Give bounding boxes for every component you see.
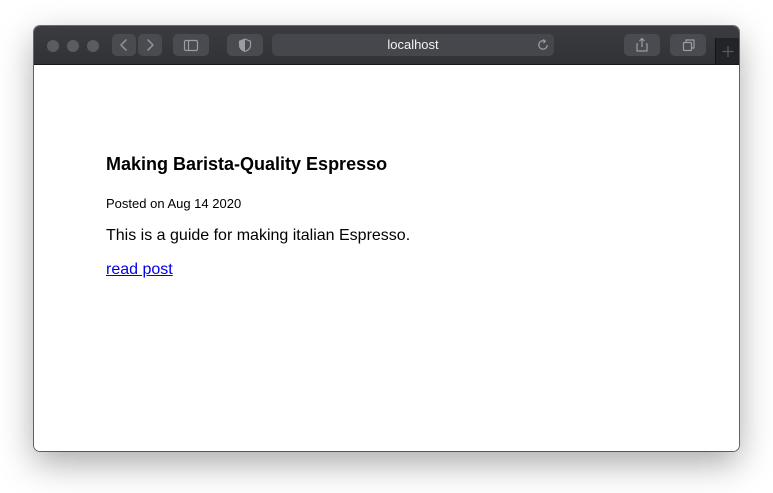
privacy-report-button[interactable] — [227, 34, 263, 56]
tabs-icon — [682, 39, 695, 52]
shield-icon — [238, 38, 252, 53]
zoom-window-button[interactable] — [87, 40, 99, 52]
post-excerpt: This is a guide for making italian Espre… — [106, 227, 411, 244]
post-date: Posted on Aug 14 2020 — [106, 196, 242, 211]
plus-icon — [722, 46, 734, 57]
read-post-link[interactable]: read post — [106, 261, 173, 279]
browser-window: localhost Making Barista-Quality Espress… — [34, 26, 739, 451]
browser-toolbar: localhost — [34, 26, 739, 65]
forward-button[interactable] — [138, 34, 162, 56]
address-bar[interactable]: localhost — [272, 34, 554, 56]
post-title: Making Barista-Quality Espresso — [106, 154, 388, 174]
share-icon — [636, 37, 648, 52]
reload-icon[interactable] — [535, 37, 551, 53]
minimize-window-button[interactable] — [67, 40, 79, 52]
new-tab-button[interactable] — [715, 38, 739, 64]
share-button[interactable] — [624, 34, 660, 56]
back-button[interactable] — [112, 34, 136, 56]
tab-overview-button[interactable] — [670, 34, 706, 56]
page-content: Making Barista-Quality Espresso Posted o… — [34, 65, 739, 451]
address-text: localhost — [387, 37, 439, 52]
chevron-left-icon — [120, 39, 127, 51]
sidebar-button[interactable] — [173, 34, 209, 56]
chevron-right-icon — [147, 39, 154, 51]
close-window-button[interactable] — [47, 40, 59, 52]
sidebar-icon — [183, 39, 199, 52]
